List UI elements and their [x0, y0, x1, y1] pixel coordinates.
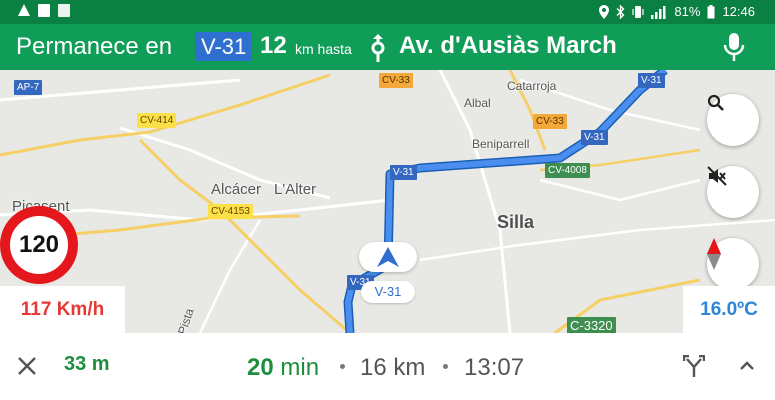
bluetooth-icon: [616, 5, 625, 19]
speed-limit-value: 120: [18, 231, 60, 258]
place-label: L'Alter: [274, 181, 317, 198]
place-label: Albal: [464, 96, 491, 110]
instruction-destination: Av. d'Ausiàs March: [399, 32, 617, 59]
place-label: Beniparrell: [472, 137, 530, 151]
instruction-distance-unit: km hasta: [295, 41, 352, 57]
road-label: V-31: [390, 165, 417, 180]
trip-summary-bar[interactable]: 33 m 20 min 16 km 13:07: [0, 333, 775, 400]
arrival-time: 13:07: [464, 354, 525, 381]
signal-icon: [651, 5, 666, 19]
compass-button[interactable]: [707, 238, 759, 290]
instruction-route-shield: V-31: [195, 32, 253, 61]
document-notification-icon: [58, 4, 70, 17]
mic-icon[interactable]: [720, 32, 748, 62]
road-label: CV-4008: [545, 163, 590, 178]
road-label: AP-7: [14, 80, 43, 95]
battery-icon: [707, 5, 715, 19]
location-icon: [599, 5, 610, 19]
battery-level: 81%: [674, 4, 701, 19]
image-notification-icon: [38, 4, 50, 17]
road-label: CV-414: [137, 113, 177, 128]
road-label: V-31: [581, 130, 608, 145]
road-label: C-3320: [567, 317, 616, 333]
road-label: CV-4153: [208, 204, 253, 219]
status-bar: 81% 12:46: [0, 0, 775, 24]
close-icon[interactable]: [16, 355, 38, 377]
current-speed: 117 Km/h: [0, 286, 125, 333]
next-step-distance: 33 m: [64, 353, 110, 375]
place-label: Silla: [497, 212, 535, 232]
search-button[interactable]: [707, 94, 759, 146]
mute-button[interactable]: [707, 166, 759, 218]
separator-dot: [340, 364, 345, 369]
speed-limit-sign: 120: [0, 206, 78, 284]
alternate-routes-icon[interactable]: [683, 355, 705, 377]
place-label: Catarroja: [507, 79, 557, 93]
eta-duration-unit: min: [280, 354, 320, 381]
vibrate-icon: [632, 6, 645, 18]
road-label: CV-33: [533, 114, 567, 129]
temperature-badge: 16.0ºC: [683, 286, 775, 333]
navigation-arrow-icon: [377, 247, 399, 267]
navigation-instruction-banner[interactable]: Permanece en V-31 12 km hasta Av. d'Ausi…: [0, 24, 775, 70]
remaining-distance: 16 km: [360, 354, 426, 381]
mute-icon: [707, 166, 727, 186]
current-speed-value: 117 Km/h: [20, 298, 105, 320]
route-name-label: V-31: [361, 281, 415, 303]
search-icon: [707, 94, 724, 111]
road-label: CV-33: [379, 73, 413, 88]
separator-dot: [443, 364, 448, 369]
temperature-value: 16.0ºC: [700, 298, 758, 320]
eta-duration-value: 20: [247, 354, 274, 381]
navigation-notification-icon: [18, 4, 30, 16]
eta-duration: 20 min: [247, 354, 319, 382]
compass-icon: [707, 238, 721, 270]
road-label: V-31: [638, 73, 665, 88]
place-label: Alcácer: [211, 181, 262, 198]
map-view[interactable]: AP-7 CV-414 CV-33 CV-33 V-31 V-31 V-31 C…: [0, 70, 775, 333]
clock: 12:46: [722, 4, 755, 19]
current-location-puck: [359, 242, 417, 272]
roundabout-arrow-icon: [371, 34, 385, 62]
chevron-up-icon[interactable]: [739, 359, 755, 371]
instruction-prefix: Permanece en: [16, 33, 173, 60]
instruction-distance: 12: [260, 32, 287, 59]
